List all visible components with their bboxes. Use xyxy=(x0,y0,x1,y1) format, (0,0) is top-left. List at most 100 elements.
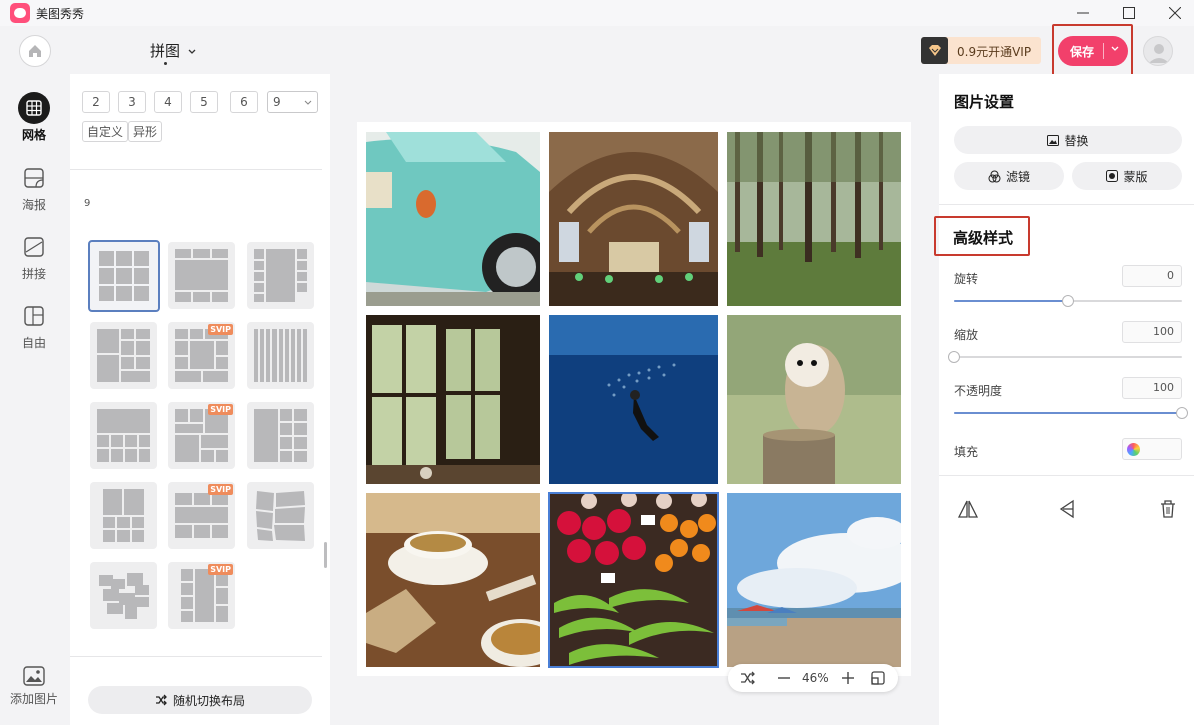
nav-label-grid: 网格 xyxy=(21,128,46,142)
zoom-in-icon[interactable] xyxy=(840,670,856,686)
replace-label: 替换 xyxy=(1064,133,1089,148)
template-tile-11[interactable]: SVIP xyxy=(168,482,235,549)
add-image-button[interactable]: 添加图片 xyxy=(0,666,68,707)
mask-button[interactable]: 蒙版 xyxy=(1072,162,1182,190)
svip-badge: SVIP xyxy=(208,324,233,335)
image-settings-panel: 图片设置 替换 滤镜 蒙版 高级样式 旋转 0 缩放 100 不透明度 100 … xyxy=(939,74,1194,725)
count-select-value: 9 xyxy=(273,95,281,109)
save-button[interactable]: 保存 xyxy=(1058,36,1128,66)
avatar[interactable] xyxy=(1143,36,1173,66)
user-icon xyxy=(1149,44,1169,63)
panel-divider xyxy=(939,204,1194,205)
filter-button[interactable]: 滤镜 xyxy=(954,162,1064,190)
photo-cell-car[interactable] xyxy=(366,132,540,306)
opacity-input[interactable]: 100 xyxy=(1122,377,1182,399)
fit-screen-icon[interactable] xyxy=(870,670,886,686)
panel-divider xyxy=(70,169,322,170)
opacity-slider[interactable] xyxy=(954,407,1188,419)
template-tile-7[interactable] xyxy=(90,402,157,469)
svip-badge: SVIP xyxy=(208,484,233,495)
scale-slider[interactable] xyxy=(948,351,1182,363)
opacity-label: 不透明度 xyxy=(954,384,1003,398)
vip-upgrade-button[interactable]: 0.9元开通VIP xyxy=(921,37,1041,64)
close-icon[interactable] xyxy=(1155,0,1194,26)
image-settings-title: 图片设置 xyxy=(954,93,1015,111)
panel-divider xyxy=(70,656,322,657)
count-6-button[interactable]: 6 xyxy=(230,91,258,113)
nav-label-poster: 海报 xyxy=(21,198,46,212)
photo-cell-owl[interactable] xyxy=(727,315,901,484)
nav-label-stitch: 拼接 xyxy=(21,267,46,281)
template-tile-3[interactable] xyxy=(247,242,314,309)
shuffle-photos-icon[interactable] xyxy=(740,670,756,686)
template-tile-6[interactable] xyxy=(247,322,314,389)
template-tile-2[interactable] xyxy=(168,242,235,309)
vip-label: 0.9元开通VIP xyxy=(957,45,1032,59)
poster-icon xyxy=(18,162,50,194)
nav-item-grid[interactable]: 网格 xyxy=(0,92,68,143)
template-tile-1[interactable] xyxy=(88,240,160,312)
maximize-icon[interactable] xyxy=(1109,0,1149,26)
rotate-input[interactable]: 0 xyxy=(1122,265,1182,287)
title-bar: 美图秀秀 xyxy=(0,0,1194,26)
home-button[interactable] xyxy=(19,35,51,67)
count-2-button[interactable]: 2 xyxy=(82,91,110,113)
photo-cell-soup[interactable] xyxy=(366,493,540,667)
chevron-down-icon xyxy=(188,49,196,54)
template-tile-10[interactable] xyxy=(90,482,157,549)
advanced-style-highlight-frame xyxy=(934,216,1030,256)
template-tile-4[interactable] xyxy=(90,322,157,389)
nav-item-stitch[interactable]: 拼接 xyxy=(0,231,68,282)
template-tile-9[interactable] xyxy=(247,402,314,469)
custom-layout-button[interactable]: 自定义 xyxy=(82,121,129,142)
save-options-chevron-icon[interactable] xyxy=(1110,45,1120,53)
svip-badge: SVIP xyxy=(208,404,233,415)
scrollbar[interactable] xyxy=(324,542,327,568)
count-3-button[interactable]: 3 xyxy=(118,91,146,113)
photo-cell-forest[interactable] xyxy=(727,132,901,306)
shuffle-layout-button[interactable]: 随机切换布局 xyxy=(88,686,312,714)
minimize-icon[interactable] xyxy=(1063,0,1103,26)
replace-button[interactable]: 替换 xyxy=(954,126,1182,154)
nav-item-poster[interactable]: 海报 xyxy=(0,162,68,213)
rotate-slider[interactable] xyxy=(954,295,1182,307)
opacity-slider-thumb[interactable] xyxy=(1176,407,1188,419)
rotate-label: 旋转 xyxy=(954,272,979,286)
scale-input[interactable]: 100 xyxy=(1122,321,1182,343)
scale-slider-thumb[interactable] xyxy=(948,351,960,363)
rotate-slider-thumb[interactable] xyxy=(1062,295,1074,307)
mode-indicator xyxy=(164,62,167,65)
zoom-out-icon[interactable] xyxy=(776,670,792,686)
home-icon xyxy=(29,45,41,57)
count-select[interactable]: 9 xyxy=(267,91,318,113)
shuffle-layout-label: 随机切换布局 xyxy=(172,693,245,708)
photo-cell-library[interactable] xyxy=(549,132,718,306)
fill-color-picker[interactable] xyxy=(1122,438,1182,460)
photo-cell-diver[interactable] xyxy=(549,315,718,484)
count-4-button[interactable]: 4 xyxy=(154,91,182,113)
svip-badge: SVIP xyxy=(208,564,233,575)
irregular-layout-button[interactable]: 异形 xyxy=(128,121,163,142)
delete-icon[interactable] xyxy=(1157,498,1179,520)
template-tile-12[interactable] xyxy=(247,482,314,549)
template-tile-8[interactable]: SVIP xyxy=(168,402,235,469)
vip-diamond-icon xyxy=(921,37,948,64)
layout-panel: 2 3 4 5 6 9 自定义 异形 9 SVIP SVIP SVIP SVIP… xyxy=(70,74,330,725)
flip-vertical-icon[interactable] xyxy=(1057,498,1079,520)
flip-horizontal-icon[interactable] xyxy=(957,498,979,520)
mode-title: 拼图 xyxy=(150,42,181,60)
template-tile-14[interactable]: SVIP xyxy=(168,562,235,629)
filter-icon xyxy=(988,170,1001,182)
photo-cell-fruit[interactable] xyxy=(548,492,719,668)
free-layout-icon xyxy=(18,300,50,332)
mode-selector[interactable]: 拼图 xyxy=(150,40,197,61)
image-icon xyxy=(1047,134,1060,146)
photo-cell-beach[interactable] xyxy=(727,493,901,667)
chevron-down-icon xyxy=(304,100,312,105)
count-5-button[interactable]: 5 xyxy=(190,91,218,113)
panel-divider xyxy=(939,475,1194,476)
photo-cell-window[interactable] xyxy=(366,315,540,484)
nav-item-free[interactable]: 自由 xyxy=(0,300,68,351)
template-tile-5[interactable]: SVIP xyxy=(168,322,235,389)
template-tile-13[interactable] xyxy=(90,562,157,629)
